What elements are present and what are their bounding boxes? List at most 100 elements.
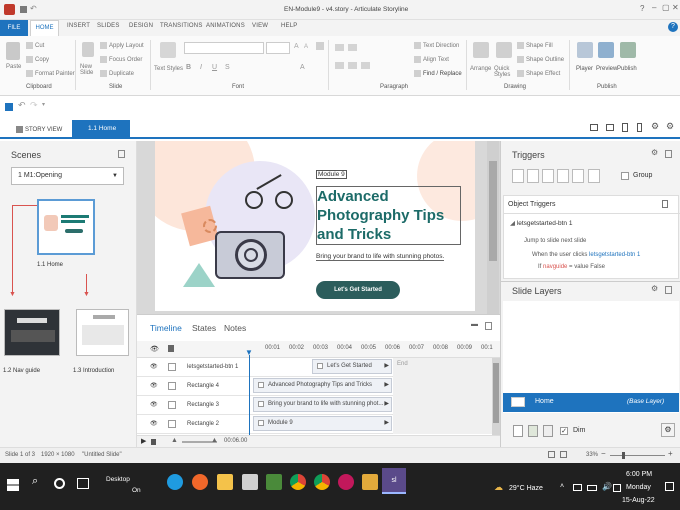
delete-layer-icon[interactable] <box>543 425 553 437</box>
visibility-eye-icon[interactable]: 👁 <box>150 420 158 427</box>
pin-icon[interactable] <box>665 150 672 158</box>
desktop-label[interactable]: Desktop <box>106 476 130 483</box>
slide-thumb-home[interactable] <box>37 199 95 255</box>
copy-trigger-icon[interactable] <box>542 169 554 183</box>
tab-slides[interactable]: SLIDES <box>97 23 120 29</box>
zoom-out-icon[interactable]: ▲ <box>171 437 178 444</box>
player-icon[interactable] <box>577 42 593 58</box>
help-circle-icon[interactable]: ? <box>668 22 678 32</box>
bold-icon[interactable]: B <box>186 64 191 71</box>
copy-button[interactable]: Copy <box>26 56 49 63</box>
customize-icon[interactable]: ▾ <box>42 101 45 108</box>
lock-checkbox[interactable] <box>168 382 176 390</box>
maximize-icon[interactable]: ▢ <box>662 3 670 12</box>
settings-gear-icon[interactable]: ⚙ <box>651 121 659 132</box>
timeline-row[interactable]: 👁 Rectangle 3 Bring your brand to life wit… <box>137 396 500 415</box>
zoom-in-icon[interactable]: ▲ <box>211 437 218 444</box>
strikethrough-icon[interactable]: S <box>225 64 230 71</box>
lock-checkbox[interactable] <box>168 401 176 409</box>
tablet-portrait-icon[interactable] <box>622 123 628 132</box>
gear-icon[interactable]: ⚙ <box>666 121 674 132</box>
edit-trigger-icon[interactable] <box>527 169 539 183</box>
desktop-view-icon[interactable] <box>590 124 598 131</box>
lock-icon[interactable] <box>168 345 174 352</box>
zoom-in-icon[interactable]: + <box>668 449 673 458</box>
slide-thumb-nav-guide[interactable] <box>4 309 60 356</box>
zoom-thumb[interactable] <box>622 452 625 459</box>
help-icon[interactable]: ? <box>640 4 644 13</box>
quick-styles-button[interactable]: Quick Styles <box>494 66 514 78</box>
align-right-icon[interactable] <box>361 62 370 69</box>
weather-label[interactable]: 29°C Haze <box>509 485 543 492</box>
phone-icon[interactable] <box>637 123 642 132</box>
tab-timeline[interactable]: Timeline <box>150 323 182 333</box>
zoom-out-icon[interactable]: − <box>601 449 606 458</box>
visibility-eye-icon[interactable]: 👁 <box>150 382 158 389</box>
arrange-button[interactable]: Arrange <box>470 66 491 72</box>
tab-states[interactable]: States <box>192 323 216 333</box>
slide-subtitle[interactable]: Bring your brand to life with stunning p… <box>316 253 445 261</box>
visibility-eye-icon[interactable]: 👁 <box>150 401 158 408</box>
settings-icon[interactable]: ⚙ <box>651 148 658 157</box>
timeline-bar[interactable]: Bring your brand to life with stunning p… <box>253 397 392 412</box>
paste-button[interactable]: Paste <box>6 64 21 70</box>
align-text-button[interactable]: Align Text <box>414 56 449 63</box>
cortana-icon[interactable] <box>54 478 65 489</box>
zoom-slider[interactable] <box>610 452 665 459</box>
slide-module-label[interactable]: Module 9 <box>316 170 347 179</box>
tab-home[interactable]: HOME <box>30 20 59 36</box>
bar-arrow-icon[interactable]: ▶ <box>384 398 389 411</box>
trigger-object[interactable]: ◢ letsgetstarted-btn 1 <box>510 219 572 227</box>
roblox-icon[interactable] <box>242 474 258 490</box>
notification-icon[interactable] <box>665 482 674 491</box>
collapse-icon[interactable]: ▬ <box>471 321 478 328</box>
stop-icon[interactable] <box>151 439 156 445</box>
tab-current-slide[interactable]: 1.1 Home <box>72 120 130 138</box>
close-icon[interactable]: ✕ <box>672 3 679 12</box>
timeline-row[interactable]: 👁 Rectangle 2 Module 9 ▶ <box>137 415 500 434</box>
tab-view[interactable]: VIEW <box>252 23 268 29</box>
apply-layout-button[interactable]: Apply Layout <box>100 42 144 49</box>
move-trigger-icon[interactable] <box>588 169 600 183</box>
tab-transitions[interactable]: TRANSITIONS <box>160 23 203 29</box>
group-checkbox[interactable] <box>621 172 629 180</box>
align-center-icon[interactable] <box>348 62 357 69</box>
battery-icon[interactable] <box>587 485 597 491</box>
focus-order-button[interactable]: Focus Order <box>100 56 142 63</box>
timeline-bar[interactable]: Advanced Photography Tips and Tricks ▶ <box>253 378 392 393</box>
shape-effect-button[interactable]: Shape Effect <box>517 70 560 77</box>
save-icon[interactable] <box>20 6 27 13</box>
eye-icon[interactable]: 👁 <box>150 345 159 353</box>
paste-trigger-icon[interactable] <box>557 169 569 183</box>
new-layer-icon[interactable] <box>513 425 523 437</box>
grow-font-icon[interactable]: A <box>294 43 299 50</box>
tab-animations[interactable]: ANIMATIONS <box>206 23 245 29</box>
new-slide-icon[interactable] <box>82 42 94 57</box>
shrink-font-icon[interactable]: A <box>304 44 308 50</box>
task-view-icon[interactable] <box>77 478 89 489</box>
format-painter-button[interactable]: Format Painter <box>26 70 75 77</box>
slide-thumb-introduction[interactable] <box>76 309 129 356</box>
tablet-landscape-icon[interactable] <box>606 124 614 131</box>
bar-arrow-icon[interactable]: ▶ <box>384 417 389 430</box>
shape-outline-button[interactable]: Shape Outline <box>517 56 564 63</box>
shape-fill-button[interactable]: Shape Fill <box>517 42 553 49</box>
folder-app-icon[interactable] <box>362 474 378 490</box>
language-icon[interactable] <box>613 484 621 492</box>
base-layer-row[interactable]: Home (Base Layer) <box>503 393 679 412</box>
pin-icon[interactable] <box>665 286 672 294</box>
bar-arrow-icon[interactable]: ▶ <box>384 379 389 392</box>
settings-icon[interactable]: ⚙ <box>651 284 658 293</box>
timeline-bar[interactable]: Let's Get Started ▶ <box>312 359 392 374</box>
quick-styles-icon[interactable] <box>496 42 512 58</box>
duplicate-layer-icon[interactable] <box>528 425 538 437</box>
italic-icon[interactable]: I <box>200 64 202 71</box>
save-icon[interactable] <box>5 103 13 111</box>
trigger-if[interactable]: If navguide = value False <box>538 264 605 270</box>
edge-icon[interactable] <box>167 474 183 490</box>
publish-button[interactable]: Publish <box>617 66 637 72</box>
lock-checkbox[interactable] <box>168 420 176 428</box>
bar-arrow-icon[interactable]: ▶ <box>384 360 389 373</box>
network-icon[interactable] <box>573 484 582 491</box>
lets-get-started-button[interactable]: Let's Get Started <box>316 281 400 299</box>
